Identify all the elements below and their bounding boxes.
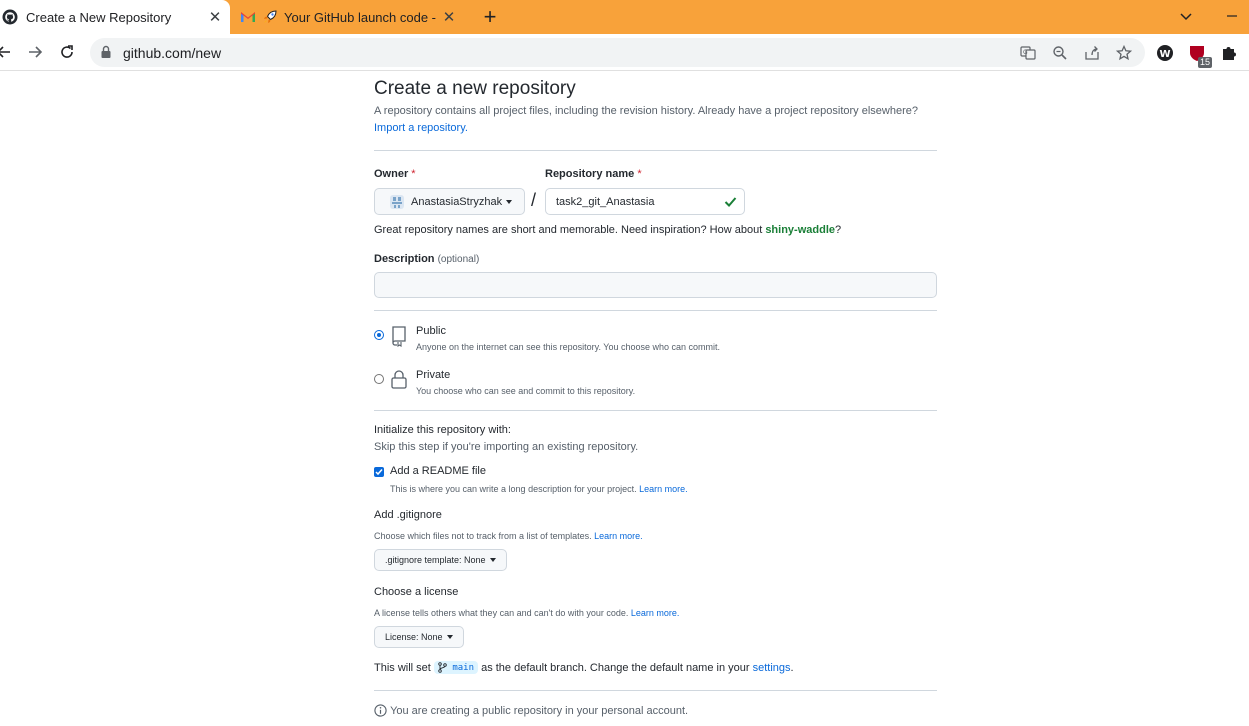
public-radio[interactable] bbox=[374, 330, 384, 340]
public-account-note: You are creating a public repository in … bbox=[374, 704, 688, 717]
translate-icon[interactable]: G bbox=[1019, 44, 1037, 62]
settings-link[interactable]: settings bbox=[753, 662, 791, 674]
tab-create-repository[interactable]: Create a New Repository ✕ bbox=[0, 0, 230, 34]
public-title: Public bbox=[416, 325, 446, 337]
description-label: Description (optional) bbox=[374, 253, 480, 265]
extension-shield-icon[interactable]: 15 bbox=[1186, 42, 1212, 68]
default-branch-note: This will set main as the default branch… bbox=[374, 661, 794, 674]
divider bbox=[374, 410, 937, 411]
check-icon bbox=[724, 195, 737, 211]
public-description: Anyone on the internet can see this repo… bbox=[416, 342, 721, 352]
branch-pill: main bbox=[433, 661, 479, 674]
readme-learn-more-link[interactable]: Learn more. bbox=[639, 484, 688, 494]
browser-toolbar: github.com/new G W 15 bbox=[0, 34, 1249, 71]
readme-description: This is where you can write a long descr… bbox=[390, 484, 688, 494]
repo-name-input[interactable]: task2_git_Anastasia bbox=[545, 188, 745, 215]
page-title: Create a new repository bbox=[374, 78, 576, 99]
license-learn-more-link[interactable]: Learn more. bbox=[631, 608, 680, 618]
tab-title: Create a New Repository bbox=[26, 9, 172, 25]
caret-down-icon bbox=[489, 558, 496, 562]
repo-name-label: Repository name * bbox=[545, 168, 642, 180]
divider bbox=[374, 310, 937, 311]
license-title: Choose a license bbox=[374, 586, 459, 598]
private-description: You choose who can see and commit to thi… bbox=[416, 386, 636, 396]
owner-repo-separator: / bbox=[531, 190, 537, 210]
tab-strip: Create a New Repository ✕ Your GitHub la… bbox=[0, 0, 1249, 34]
owner-label: Owner * bbox=[374, 168, 416, 180]
url-text: github.com/new bbox=[123, 45, 222, 61]
lock-icon[interactable] bbox=[100, 45, 112, 64]
readme-label[interactable]: Add a README file bbox=[390, 465, 486, 477]
repo-name-hint: Great repository names are short and mem… bbox=[374, 224, 842, 236]
name-suggestion[interactable]: shiny-waddle bbox=[765, 224, 835, 236]
repo-name-value: task2_git_Anastasia bbox=[556, 195, 655, 208]
description-input[interactable] bbox=[374, 272, 937, 298]
puzzle-icon[interactable] bbox=[1218, 42, 1240, 64]
rocket-icon bbox=[262, 9, 278, 25]
private-radio[interactable] bbox=[374, 374, 384, 384]
caret-down-icon bbox=[446, 635, 453, 639]
github-icon bbox=[2, 9, 18, 25]
info-icon bbox=[374, 704, 387, 717]
svg-text:G: G bbox=[1023, 49, 1028, 56]
forward-icon[interactable] bbox=[23, 40, 47, 64]
license-description: A license tells others what they can and… bbox=[374, 608, 680, 618]
reload-icon[interactable] bbox=[55, 40, 79, 64]
init-subtitle: Skip this step if you're importing an ex… bbox=[374, 441, 639, 453]
divider bbox=[374, 690, 937, 691]
back-icon[interactable] bbox=[0, 40, 16, 64]
import-repository-link[interactable]: Import a repository. bbox=[374, 122, 468, 134]
tab-close-icon[interactable]: ✕ bbox=[440, 8, 458, 26]
owner-select[interactable]: AnastasiaStryzhak bbox=[374, 188, 525, 215]
extension-w-icon[interactable]: W bbox=[1154, 42, 1176, 64]
lock-icon bbox=[390, 369, 408, 391]
bookmark-star-icon[interactable] bbox=[1115, 44, 1133, 62]
caret-down-icon bbox=[506, 199, 513, 204]
private-title: Private bbox=[416, 369, 451, 381]
new-tab-button[interactable]: + bbox=[478, 4, 502, 29]
license-select[interactable]: License: None bbox=[374, 626, 464, 648]
gitignore-description: Choose which files not to track from a l… bbox=[374, 531, 643, 541]
gitignore-learn-more-link[interactable]: Learn more. bbox=[594, 531, 643, 541]
tab-title: Your GitHub launch code - ar bbox=[284, 9, 440, 25]
chevron-down-icon[interactable] bbox=[1176, 6, 1196, 26]
divider bbox=[374, 150, 937, 151]
svg-text:W: W bbox=[1160, 49, 1171, 60]
git-branch-icon bbox=[438, 662, 447, 673]
owner-name: AnastasiaStryzhak bbox=[411, 195, 503, 208]
page-subtitle: A repository contains all project files,… bbox=[374, 105, 918, 134]
repo-icon bbox=[390, 325, 408, 348]
avatar bbox=[390, 194, 404, 209]
zoom-icon[interactable] bbox=[1051, 44, 1069, 62]
gitignore-template-select[interactable]: .gitignore template: None bbox=[374, 549, 507, 571]
tab-close-icon[interactable]: ✕ bbox=[206, 8, 224, 26]
init-title: Initialize this repository with: bbox=[374, 424, 511, 436]
readme-checkbox[interactable] bbox=[374, 467, 384, 477]
minimize-icon[interactable] bbox=[1222, 6, 1242, 26]
gmail-icon bbox=[240, 9, 256, 25]
address-bar[interactable]: github.com/new G bbox=[90, 38, 1145, 67]
gitignore-title: Add .gitignore bbox=[374, 509, 442, 521]
extension-badge: 15 bbox=[1197, 57, 1212, 68]
share-icon[interactable] bbox=[1083, 44, 1101, 62]
tab-github-launch-code[interactable]: Your GitHub launch code - ar ✕ bbox=[232, 0, 464, 34]
